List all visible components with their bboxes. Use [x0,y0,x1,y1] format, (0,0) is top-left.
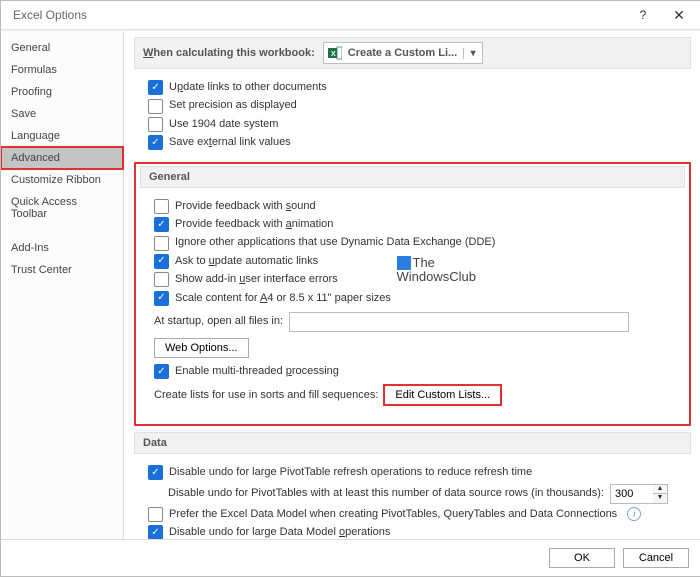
sidebar-item-advanced[interactable]: Advanced [1,147,123,169]
titlebar: Excel Options ? ✕ [1,1,700,30]
sidebar-item-addins[interactable]: Add-Ins [1,237,123,259]
checkbox-icon[interactable] [148,99,163,114]
cancel-button[interactable]: Cancel [623,548,689,568]
content-pane: When calculating this workbook: X Create… [124,31,700,539]
opt-prefer-model[interactable]: Prefer the Excel Data Model when creatin… [148,507,691,522]
section-header-calc: When calculating this workbook: X Create… [134,37,691,69]
window-title: Excel Options [13,8,625,22]
opt-label: Prefer the Excel Data Model when creatin… [169,507,617,522]
opt-animation[interactable]: Provide feedback with animation [154,217,685,232]
checkbox-icon[interactable] [148,80,163,95]
opt-external-links[interactable]: Save external link values [148,135,691,150]
pivot-rows-row: Disable undo for PivotTables with at lea… [148,484,691,504]
opt-label: Use 1904 date system [169,117,278,132]
checkbox-icon[interactable] [148,465,163,480]
sidebar-item-general[interactable]: General [1,37,123,59]
sidebar: General Formulas Proofing Save Language … [1,31,124,539]
opt-pivot-undo[interactable]: Disable undo for large PivotTable refres… [148,465,691,480]
calc-section: Update links to other documents Set prec… [134,75,691,162]
sidebar-item-formulas[interactable]: Formulas [1,59,123,81]
checkbox-icon[interactable] [154,199,169,214]
opt-label: Provide feedback with sound [175,199,316,214]
opt-multithread[interactable]: Enable multi-threaded processing [154,364,685,379]
opt-label: Ask to update automatic links [175,254,318,269]
options-dialog: Excel Options ? ✕ General Formulas Proof… [0,0,700,577]
checkbox-icon[interactable] [154,236,169,251]
checkbox-icon[interactable] [154,291,169,306]
opt-label: Show add-in user interface errors [175,272,338,287]
opt-label: Scale content for A4 or 8.5 x 11" paper … [175,291,391,306]
opt-auto-links[interactable]: Ask to update automatic links [154,254,685,269]
spinner-buttons[interactable]: ▲▼ [653,484,668,504]
opt-sound[interactable]: Provide feedback with sound [154,199,685,214]
section-header-general: General [140,166,685,188]
help-icon[interactable]: ? [625,1,661,29]
chevron-down-icon: ▾ [463,48,482,59]
opt-label: Set precision as displayed [169,98,297,113]
close-icon[interactable]: ✕ [661,1,697,29]
startup-row: At startup, open all files in: [154,312,685,332]
dialog-body: General Formulas Proofing Save Language … [1,30,700,539]
sidebar-item-save[interactable]: Save [1,103,123,125]
general-section-highlight: General Provide feedback with sound Prov… [134,162,691,427]
sidebar-item-proofing[interactable]: Proofing [1,81,123,103]
opt-1904[interactable]: Use 1904 date system [148,117,691,132]
opt-label: Update links to other documents [169,80,327,95]
checkbox-icon[interactable] [154,272,169,287]
checkbox-icon[interactable] [148,525,163,539]
opt-dde[interactable]: Ignore other applications that use Dynam… [154,235,685,250]
create-lists-label: Create lists for use in sorts and fill s… [154,388,378,403]
checkbox-icon[interactable] [154,254,169,269]
web-options-button[interactable]: Web Options... [154,338,249,358]
dialog-footer: OK Cancel [1,539,700,576]
opt-label: Disable undo for large PivotTable refres… [169,465,532,480]
checkbox-icon[interactable] [148,117,163,132]
workbook-dropdown[interactable]: X Create a Custom Li... ▾ [323,42,483,64]
sidebar-item-customize-ribbon[interactable]: Customize Ribbon [1,169,123,191]
excel-icon: X [324,46,346,60]
opt-label: Save external link values [169,135,291,150]
opt-label: Provide feedback with animation [175,217,333,232]
info-icon[interactable]: i [627,507,641,521]
checkbox-icon[interactable] [148,507,163,522]
opt-label: Ignore other applications that use Dynam… [175,235,495,250]
general-section: Provide feedback with sound Provide feed… [140,194,685,417]
opt-model-undo[interactable]: Disable undo for large Data Model operat… [148,525,691,539]
startup-input[interactable] [289,312,629,332]
pivot-rows-label: Disable undo for PivotTables with at lea… [168,486,604,501]
svg-text:X: X [331,51,336,58]
section-header-data: Data [134,432,691,454]
opt-label: Enable multi-threaded processing [175,364,339,379]
startup-label: At startup, open all files in: [154,314,283,329]
opt-precision[interactable]: Set precision as displayed [148,98,691,113]
checkbox-icon[interactable] [154,217,169,232]
edit-custom-lists-button[interactable]: Edit Custom Lists... [384,385,501,405]
sidebar-item-trust-center[interactable]: Trust Center [1,259,123,281]
workbook-name: Create a Custom Li... [346,47,463,59]
opt-scale-content[interactable]: Scale content for A4 or 8.5 x 11" paper … [154,291,685,306]
checkbox-icon[interactable] [148,135,163,150]
create-lists-row: Create lists for use in sorts and fill s… [154,385,685,405]
opt-label: Disable undo for large Data Model operat… [169,525,390,539]
calc-label: When calculating this workbook: [143,47,315,59]
ok-button[interactable]: OK [549,548,615,568]
sidebar-item-language[interactable]: Language [1,125,123,147]
pivot-rows-spinner[interactable]: ▲▼ [610,484,668,504]
data-section: Disable undo for large PivotTable refres… [134,460,691,539]
opt-addin-errors[interactable]: Show add-in user interface errors [154,272,685,287]
opt-update-links[interactable]: Update links to other documents [148,80,691,95]
checkbox-icon[interactable] [154,364,169,379]
pivot-rows-input[interactable] [610,484,653,504]
sidebar-item-qat[interactable]: Quick Access Toolbar [1,191,123,225]
